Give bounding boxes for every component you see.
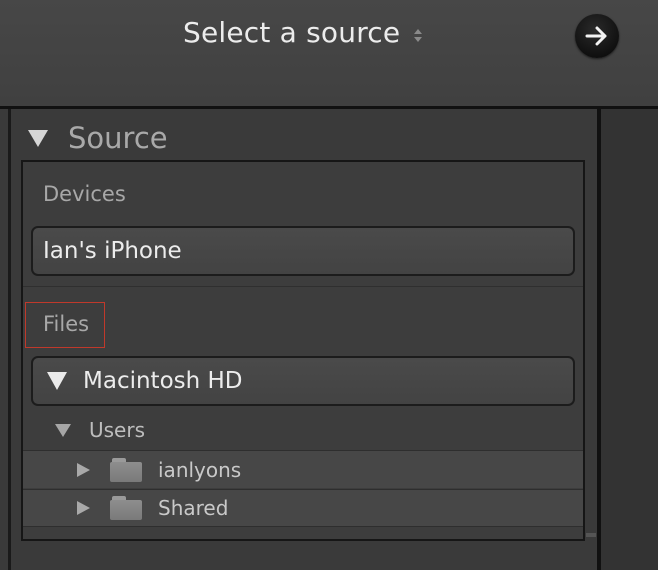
- section-divider: [23, 286, 583, 287]
- source-selector-dropdown[interactable]: Select a source: [183, 14, 423, 50]
- devices-section-label: Devices: [43, 182, 126, 206]
- next-button[interactable]: [575, 14, 619, 58]
- arrow-right-icon: [585, 26, 607, 46]
- disclosure-triangle-right-icon[interactable]: [77, 462, 90, 477]
- tree-item-ianlyons[interactable]: ianlyons: [23, 450, 583, 488]
- volume-item-macintosh-hd[interactable]: Macintosh HD: [31, 356, 575, 406]
- disclosure-triangle-down-icon: [28, 129, 48, 147]
- device-item-iphone[interactable]: Ian's iPhone: [31, 226, 575, 276]
- volume-item-label: Macintosh HD: [83, 368, 243, 394]
- source-section-header[interactable]: Source: [28, 120, 168, 156]
- tree-folder-label: Users: [89, 418, 146, 442]
- content-area: [601, 109, 658, 570]
- folder-icon: [110, 496, 142, 520]
- disclosure-triangle-right-icon[interactable]: [77, 501, 90, 515]
- tree-item-label: ianlyons: [158, 457, 242, 482]
- tree-item-shared[interactable]: Shared: [23, 489, 583, 527]
- source-selector-label: Select a source: [183, 15, 401, 49]
- updown-chevron-icon: [414, 28, 423, 42]
- source-list: Devices Ian's iPhone Files Macintosh HD …: [21, 160, 585, 541]
- source-section-title: Source: [68, 121, 168, 155]
- folder-icon: [110, 457, 142, 482]
- tree-item-label: Shared: [158, 496, 229, 520]
- tree-folder-users[interactable]: Users: [23, 411, 583, 449]
- top-bar: Select a source: [0, 0, 658, 106]
- disclosure-triangle-down-icon[interactable]: [55, 423, 71, 437]
- files-section-label: Files: [43, 312, 90, 336]
- disclosure-triangle-down-icon[interactable]: [47, 372, 67, 390]
- device-item-label: Ian's iPhone: [43, 238, 182, 264]
- scrollbar[interactable]: [586, 533, 596, 537]
